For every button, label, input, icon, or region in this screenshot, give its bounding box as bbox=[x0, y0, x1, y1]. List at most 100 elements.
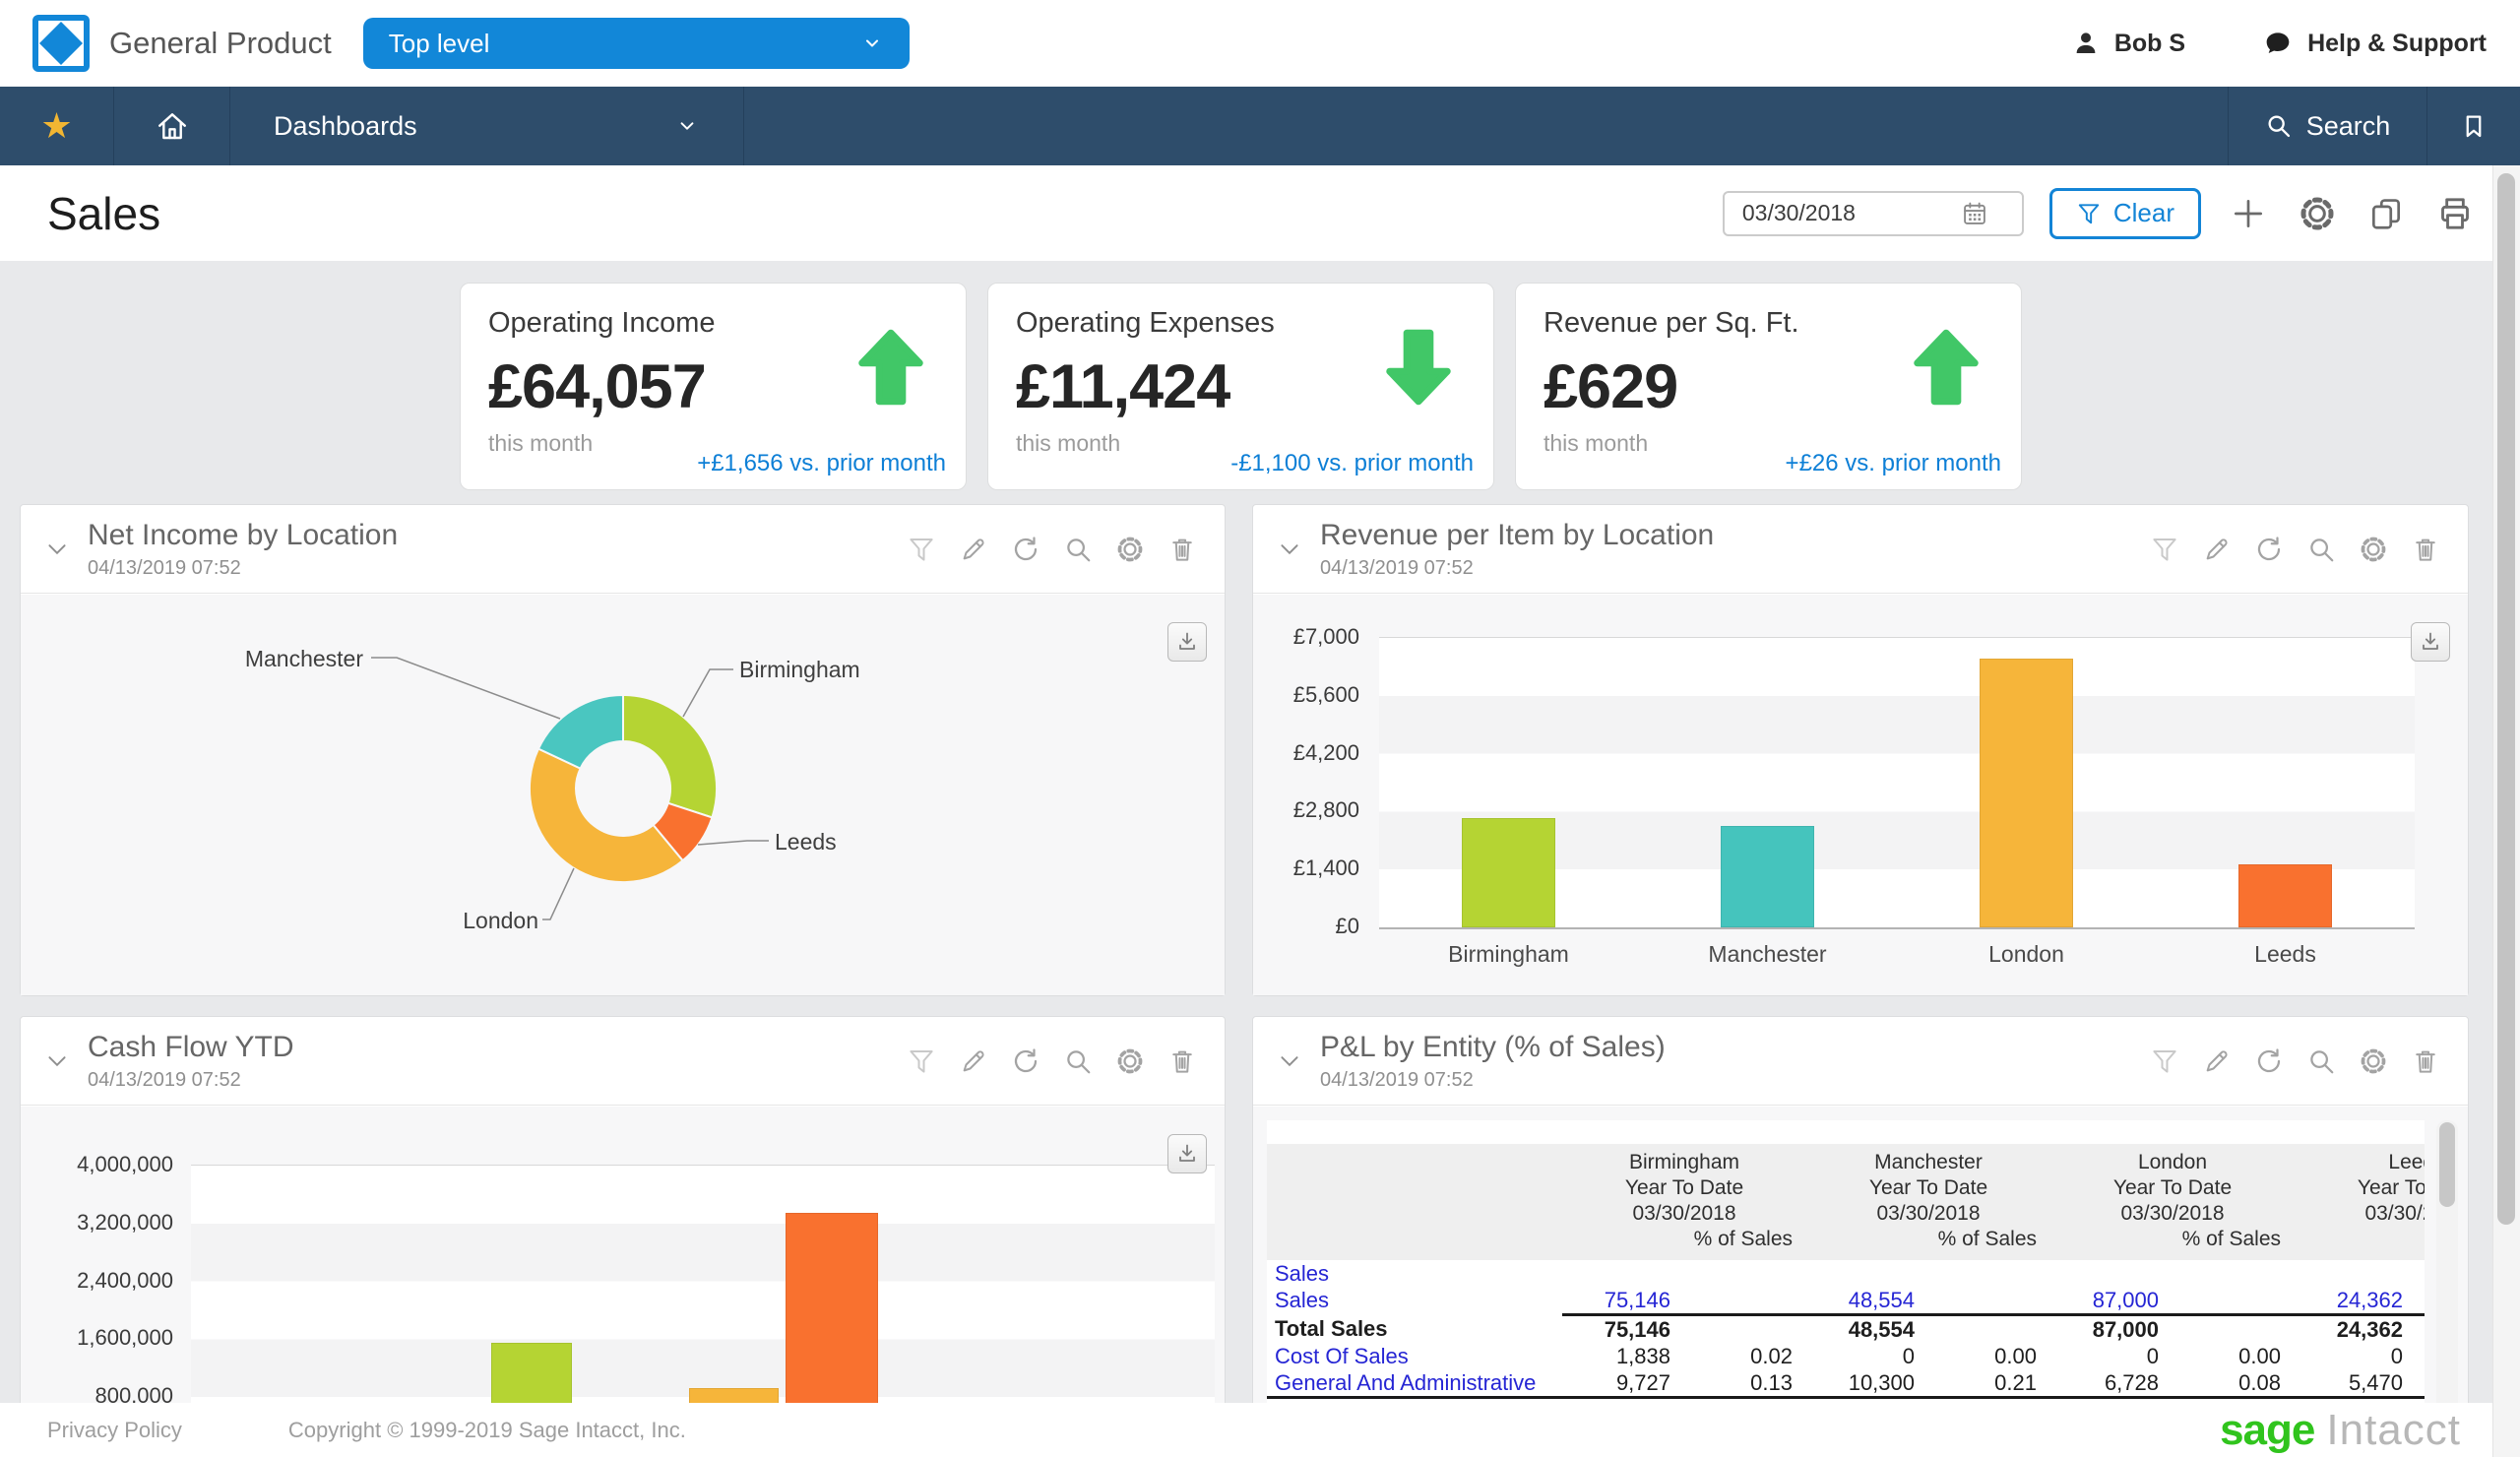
panel-header: Net Income by Location 04/13/2019 07:52 bbox=[21, 505, 1225, 594]
pnl-row-label[interactable]: Sales bbox=[1267, 1287, 1562, 1315]
pnl-cell bbox=[2050, 1260, 2173, 1287]
collapse-chevron-icon[interactable] bbox=[1277, 1048, 1302, 1074]
edit-pencil-icon[interactable] bbox=[2202, 1046, 2232, 1076]
pnl-cell[interactable]: 24,362 bbox=[2295, 1287, 2417, 1316]
pnl-cell[interactable]: 87,000 bbox=[2050, 1287, 2173, 1316]
pnl-cell[interactable]: 48,554 bbox=[1806, 1287, 1928, 1316]
collapse-chevron-icon[interactable] bbox=[1277, 537, 1302, 562]
panel-cash-flow-ytd: Cash Flow YTD 04/13/2019 07:52 4,000,000… bbox=[20, 1016, 1226, 1403]
zoom-search-icon[interactable] bbox=[2306, 535, 2336, 564]
gear-icon[interactable] bbox=[1115, 1046, 1145, 1076]
panel-net-income-by-location: Net Income by Location 04/13/2019 07:52 bbox=[20, 504, 1226, 996]
search-button[interactable]: Search bbox=[2229, 87, 2426, 165]
zoom-search-icon[interactable] bbox=[2306, 1046, 2336, 1076]
zoom-search-icon[interactable] bbox=[1063, 1046, 1093, 1076]
collapse-chevron-icon[interactable] bbox=[44, 1048, 70, 1074]
cashflow-bar-2[interactable] bbox=[786, 1212, 878, 1403]
print-button[interactable] bbox=[2433, 192, 2477, 235]
dashboard-settings-button[interactable] bbox=[2296, 192, 2339, 235]
revenue-ytick-label: £1,400 bbox=[1292, 855, 1359, 881]
refresh-icon[interactable] bbox=[2254, 535, 2284, 564]
pnl-cell bbox=[2295, 1260, 2417, 1287]
filter-funnel-icon[interactable] bbox=[907, 535, 936, 564]
kpi-delta-link[interactable]: +£1,656 vs. prior month bbox=[697, 450, 946, 477]
pnl-scrollbar[interactable] bbox=[2436, 1120, 2458, 1403]
revenue-ytick-label: £7,000 bbox=[1292, 624, 1359, 649]
cashflow-bar-1[interactable] bbox=[689, 1388, 779, 1403]
revenue-chart-area: £0 £1,400 £2,800 £4,200 £5,600 £7,000 Birming… bbox=[1253, 595, 2468, 995]
gear-icon[interactable] bbox=[1115, 535, 1145, 564]
gear-icon[interactable] bbox=[2359, 1046, 2388, 1076]
entity-selector[interactable]: Top level bbox=[362, 18, 910, 69]
pnl-cell: 1,838 bbox=[1615, 1343, 1670, 1368]
company-logo-icon[interactable] bbox=[32, 15, 90, 72]
page-scrollbar-thumb[interactable] bbox=[2497, 173, 2515, 1225]
leader-line-london bbox=[542, 867, 575, 920]
kpi-delta-link[interactable]: -£1,100 vs. prior month bbox=[1230, 450, 1474, 477]
download-chart-button[interactable] bbox=[1167, 622, 1207, 662]
panel-actions bbox=[907, 535, 1197, 564]
revenue-bar-leeds[interactable] bbox=[2238, 864, 2332, 927]
copyright-text: Copyright © 1999-2019 Sage Intacct, Inc. bbox=[287, 1417, 686, 1442]
pnl-column-header-london: London Year To Date 03/30/2018% of Sales bbox=[2050, 1144, 2295, 1260]
pnl-table-area: Birmingham Year To Date 03/30/2018% of Sal… bbox=[1253, 1107, 2468, 1403]
pnl-header-spacer bbox=[1267, 1144, 1562, 1260]
gear-icon[interactable] bbox=[2359, 535, 2388, 564]
pnl-row-label: Total Sales bbox=[1275, 1315, 1388, 1341]
pnl-row-label[interactable]: Cost Of Sales bbox=[1267, 1343, 1562, 1369]
pnl-cell: 0.21 bbox=[1928, 1369, 2050, 1399]
edit-pencil-icon[interactable] bbox=[959, 535, 988, 564]
clear-filter-button[interactable]: Clear bbox=[2048, 187, 2201, 239]
cashflow-bar-0[interactable] bbox=[490, 1343, 572, 1403]
pnl-row-label[interactable]: General And Administrative bbox=[1267, 1369, 1562, 1399]
bookmark-button[interactable] bbox=[2427, 87, 2520, 165]
home-button[interactable] bbox=[114, 87, 229, 165]
panel-timestamp: 04/13/2019 07:52 bbox=[1320, 556, 1474, 579]
filter-funnel-icon[interactable] bbox=[2150, 535, 2179, 564]
privacy-policy-link[interactable]: Privacy Policy bbox=[47, 1418, 182, 1443]
cash-flow-chart-area: 4,000,000 3,200,000 2,400,000 1,600,000 800,… bbox=[21, 1107, 1225, 1403]
trash-icon[interactable] bbox=[2411, 1046, 2440, 1076]
add-widget-button[interactable] bbox=[2227, 192, 2270, 235]
pnl-cell[interactable]: 75,146 bbox=[1562, 1287, 1684, 1316]
help-support[interactable]: Help & Support bbox=[2262, 28, 2487, 59]
duplicate-dashboard-button[interactable] bbox=[2364, 192, 2408, 235]
date-filter-input[interactable] bbox=[1739, 199, 1961, 227]
kpi-delta-link[interactable]: +£26 vs. prior month bbox=[1786, 450, 2001, 477]
download-chart-button[interactable] bbox=[2411, 622, 2450, 662]
filter-funnel-icon[interactable] bbox=[907, 1046, 936, 1076]
filter-funnel-icon[interactable] bbox=[2150, 1046, 2179, 1076]
date-filter-field[interactable] bbox=[1722, 190, 2024, 236]
copy-icon bbox=[2371, 198, 2401, 229]
panel-timestamp: 04/13/2019 07:52 bbox=[88, 1068, 241, 1091]
pnl-scrollbar-thumb[interactable] bbox=[2439, 1122, 2455, 1207]
cashflow-ytick-label: 3,200,000 bbox=[77, 1209, 173, 1235]
revenue-bar-birmingham[interactable] bbox=[1462, 817, 1555, 927]
download-chart-button[interactable] bbox=[1167, 1134, 1207, 1173]
refresh-icon[interactable] bbox=[1011, 535, 1040, 564]
revenue-bar-manchester[interactable] bbox=[1721, 826, 1814, 927]
pnl-cell bbox=[1684, 1315, 1806, 1344]
zoom-search-icon[interactable] bbox=[1063, 535, 1093, 564]
donut-segment-london[interactable] bbox=[528, 747, 685, 884]
nav-dashboards-menu[interactable]: Dashboards bbox=[230, 87, 743, 165]
favorites-star-button[interactable]: ★ bbox=[0, 87, 113, 165]
revenue-bar-london[interactable] bbox=[1980, 659, 2073, 927]
panel-actions bbox=[2150, 535, 2440, 564]
donut-segment-birmingham[interactable] bbox=[622, 693, 719, 819]
calendar-icon[interactable] bbox=[1961, 200, 1988, 227]
collapse-chevron-icon[interactable] bbox=[44, 537, 70, 562]
refresh-icon[interactable] bbox=[1011, 1046, 1040, 1076]
pnl-row-label[interactable]: Sales bbox=[1267, 1260, 1562, 1287]
edit-pencil-icon[interactable] bbox=[959, 1046, 988, 1076]
refresh-icon[interactable] bbox=[2254, 1046, 2284, 1076]
trash-icon[interactable] bbox=[1167, 1046, 1197, 1076]
page-scrollbar[interactable] bbox=[2492, 165, 2520, 1457]
person-icon bbox=[2076, 32, 2096, 53]
edit-pencil-icon[interactable] bbox=[2202, 535, 2232, 564]
pnl-cell bbox=[1562, 1260, 1684, 1287]
user-menu[interactable]: Bob S bbox=[2071, 29, 2185, 58]
trash-icon[interactable] bbox=[2411, 535, 2440, 564]
trash-icon[interactable] bbox=[1167, 535, 1197, 564]
